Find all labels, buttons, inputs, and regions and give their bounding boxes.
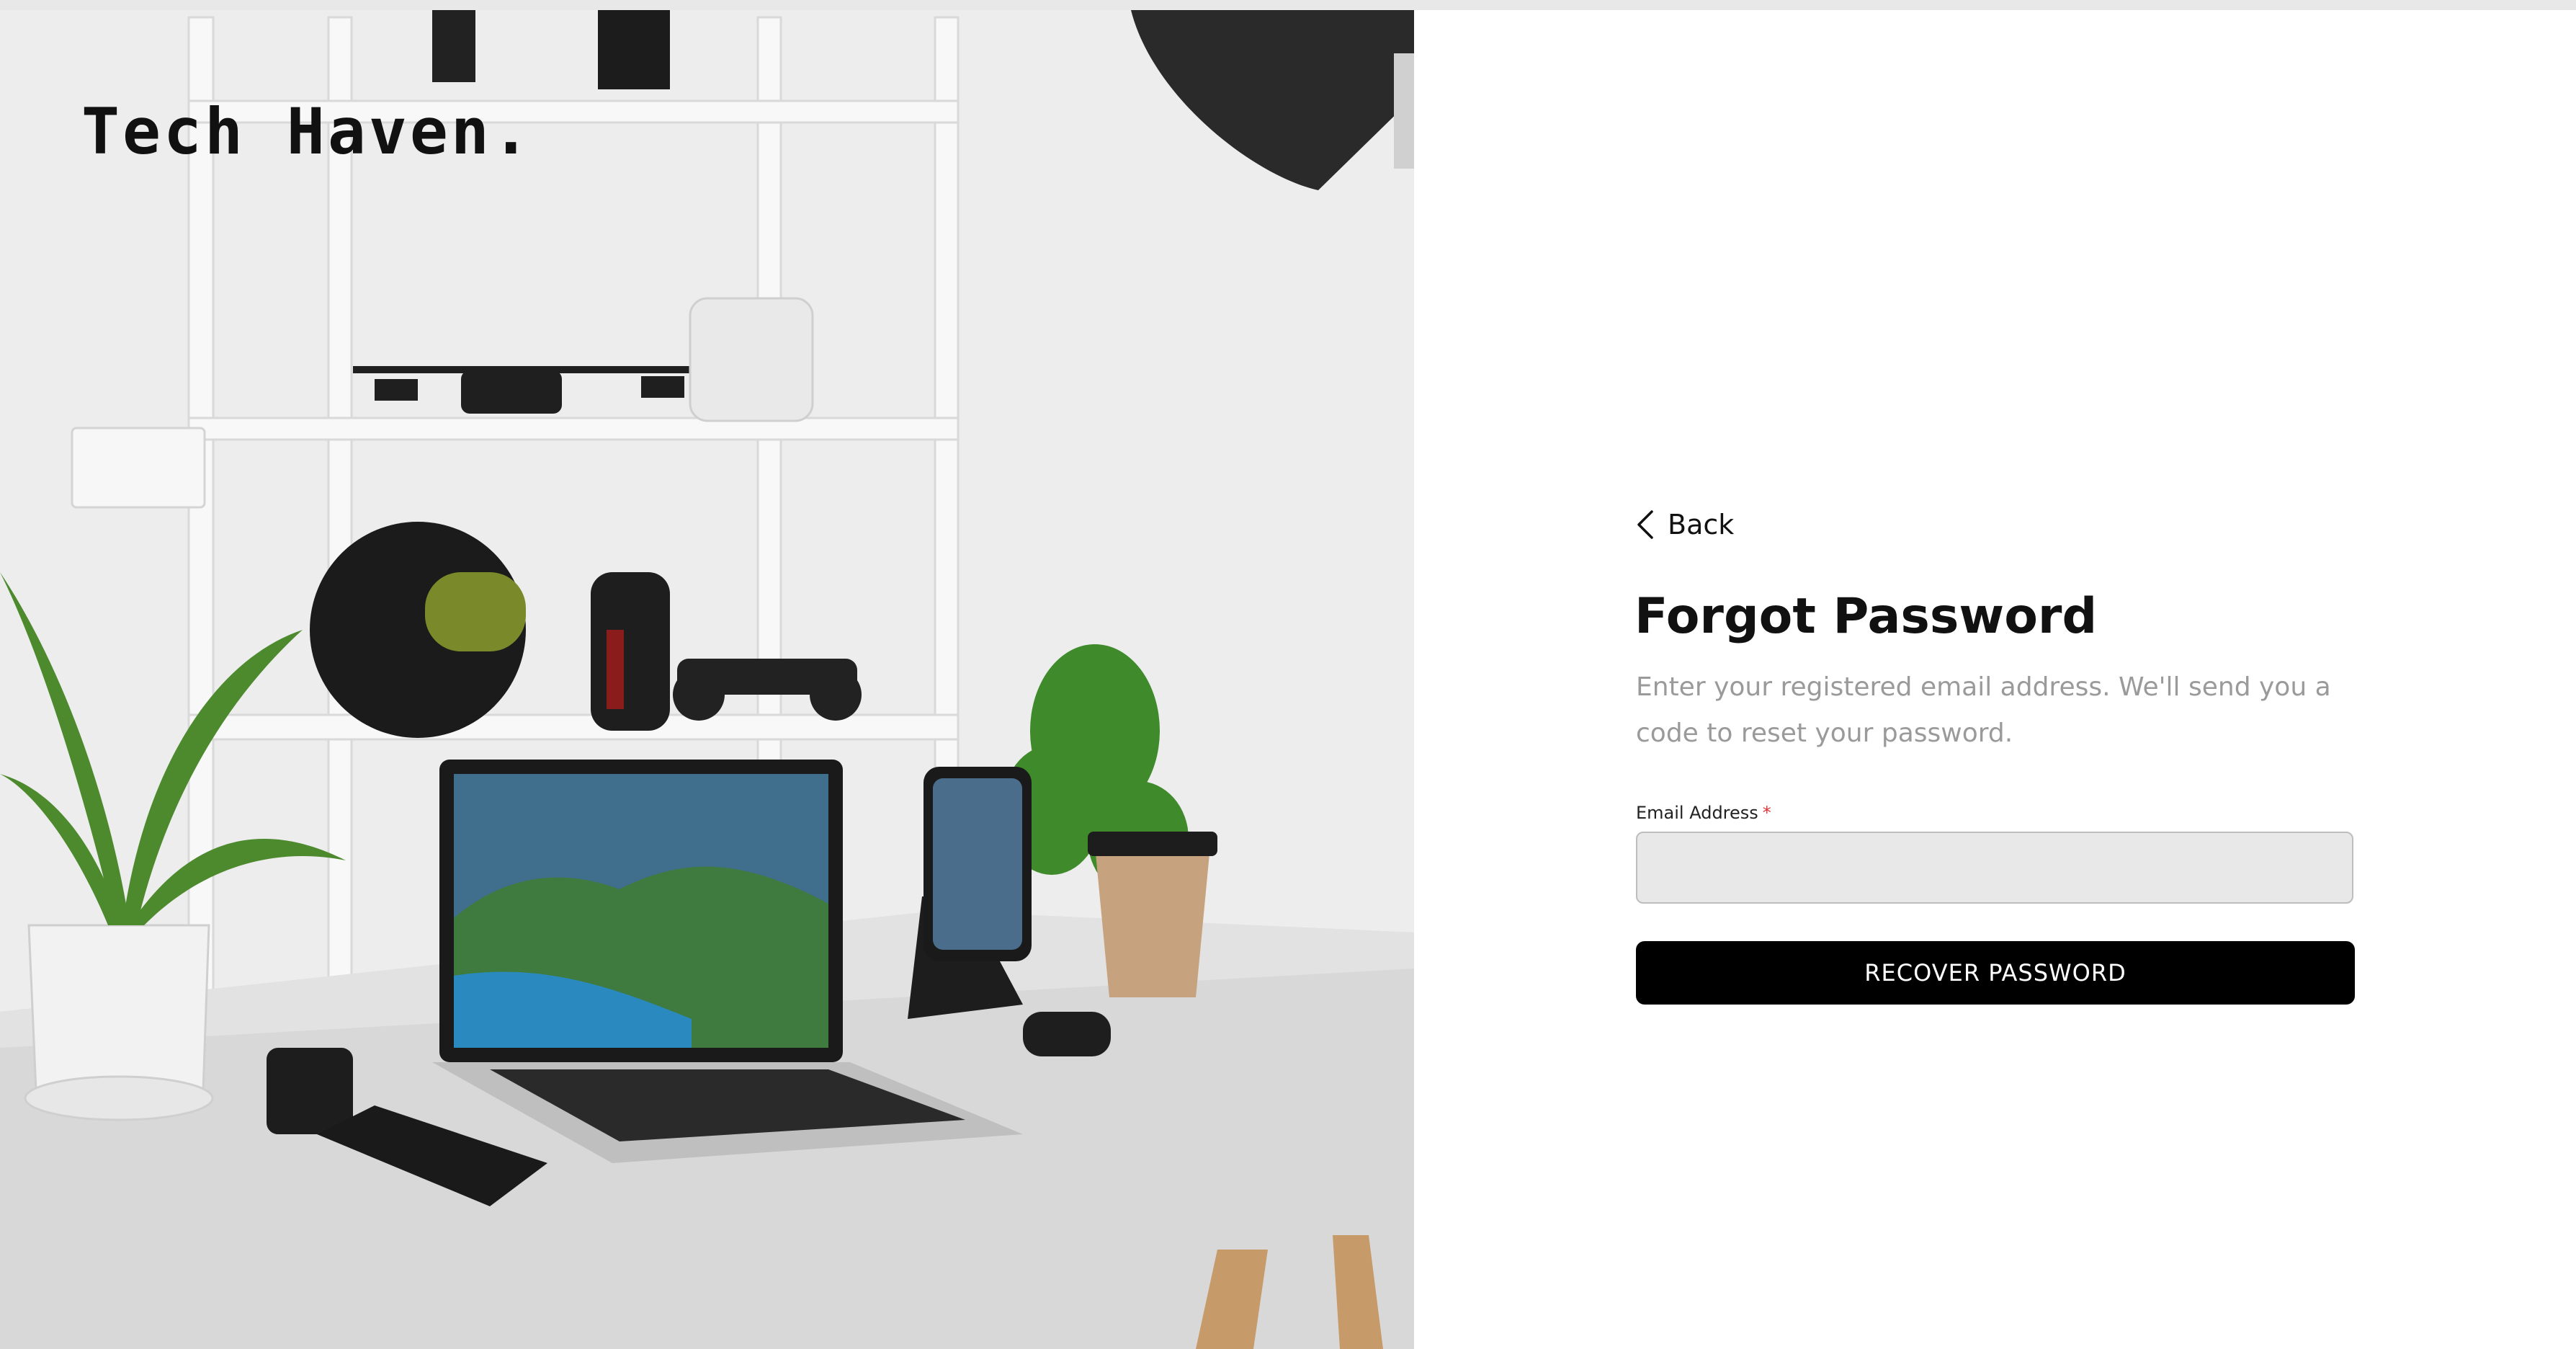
back-label: Back (1668, 509, 1735, 540)
desk-scene-illustration (0, 10, 1414, 1349)
hero-image: Tech Haven. (0, 10, 1414, 1349)
brand-logo: Tech Haven. (81, 94, 533, 169)
email-input[interactable] (1636, 832, 2353, 904)
page-description: Enter your registered email address. We'… (1636, 672, 2331, 748)
page-title: Forgot Password (1634, 588, 2098, 645)
forgot-password-panel: Back Forgot Password Enter your register… (1414, 10, 2576, 1349)
chevron-left-icon (1637, 510, 1653, 539)
recover-password-button[interactable]: RECOVER PASSWORD (1636, 941, 2355, 1005)
top-strip (0, 0, 2576, 10)
back-link[interactable]: Back (1636, 509, 1734, 540)
required-marker: * (1762, 803, 1771, 823)
email-label-text: Email Address (1636, 803, 1758, 823)
email-label: Email Address * (1636, 803, 1771, 823)
